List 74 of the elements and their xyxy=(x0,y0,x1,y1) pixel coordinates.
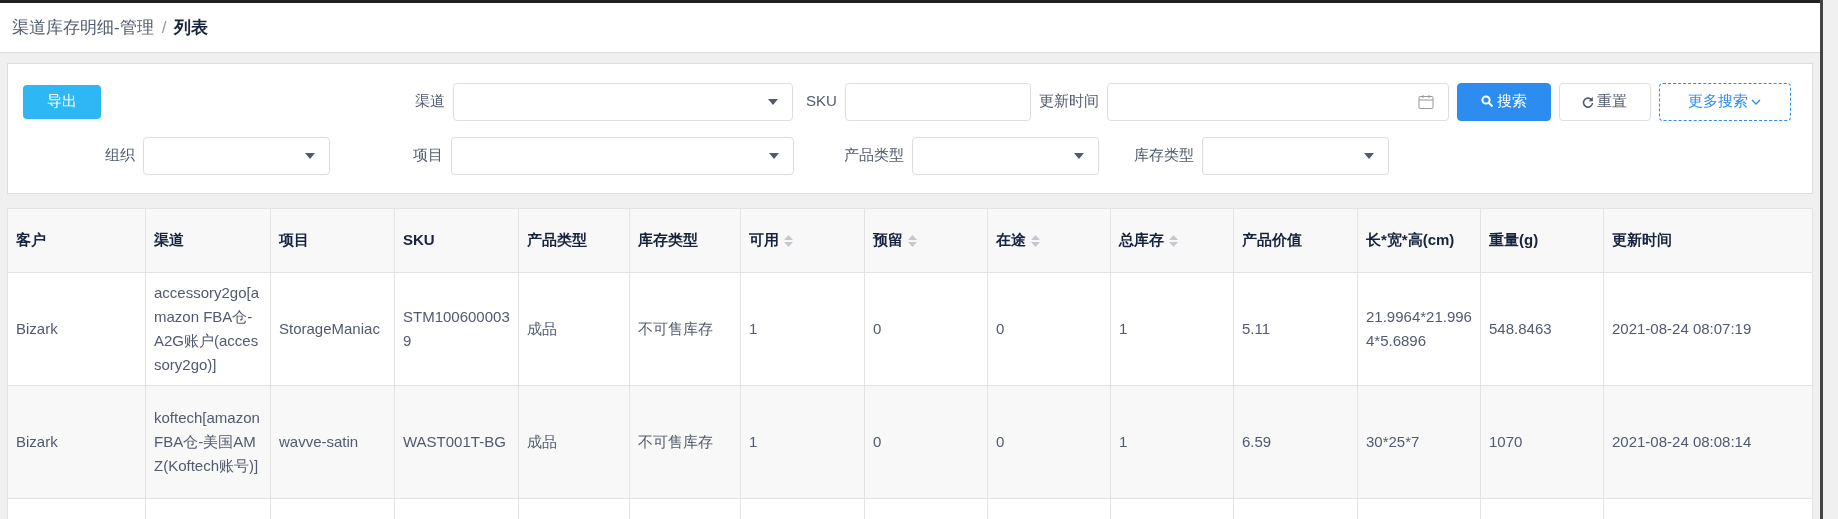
table-cell-text: wavve-satin xyxy=(279,432,359,452)
date-field[interactable] xyxy=(1106,82,1449,121)
table-cell-text: 1 xyxy=(1119,432,1128,452)
select-field[interactable] xyxy=(912,136,1099,175)
column-header: 重量(g) xyxy=(1489,230,1539,251)
reset-button[interactable]: 重置 xyxy=(1558,82,1651,121)
table-cell-text: 1070 xyxy=(1489,432,1523,452)
sort-icon[interactable] xyxy=(783,233,794,248)
column-header[interactable]: 预留 xyxy=(873,229,903,252)
table-cell-text: koftech[amazon FBA仓-美国AMZ(Koftech账号)] xyxy=(154,408,261,476)
table-cell-text: 30*25*7 xyxy=(1366,432,1420,452)
column-header: 库存类型 xyxy=(638,230,698,251)
filter-label: 项目 xyxy=(413,145,443,166)
select-field[interactable] xyxy=(453,82,793,121)
column-header: 客户 xyxy=(16,230,46,251)
table-cell-text: WAST001T-BG xyxy=(403,432,506,452)
table-cell-text: 0 xyxy=(873,432,882,452)
dropdown-caret-icon xyxy=(1364,152,1374,159)
table-cell-text: 不可售库存 xyxy=(638,319,713,339)
table-cell-text: accessory2go[amazon FBA仓-A2G账户(accessory2go)] xyxy=(154,283,261,375)
table-cell-text: 1 xyxy=(749,319,758,339)
more-search-button[interactable]: 更多搜索 xyxy=(1658,82,1791,121)
filter-label: 库存类型 xyxy=(1134,145,1194,166)
table-cell-text: 成品 xyxy=(527,432,557,452)
column-header: 渠道 xyxy=(154,230,184,251)
column-header: SKU xyxy=(403,230,435,251)
table-cell-text: STM1006000039 xyxy=(403,307,510,351)
filter-label: 渠道 xyxy=(415,91,445,112)
sort-icon[interactable] xyxy=(907,233,918,248)
select-field[interactable] xyxy=(1202,136,1389,175)
breadcrumb-item[interactable]: 渠道库存明细-管理 xyxy=(12,14,154,41)
column-header[interactable]: 总库存 xyxy=(1119,229,1164,252)
table-cell-text: 成品 xyxy=(527,319,557,339)
filter-label: SKU xyxy=(806,91,837,112)
table-cell-text: 21.9964*21.9964*5.6896 xyxy=(1366,307,1472,351)
column-header: 产品价值 xyxy=(1242,230,1302,251)
chevron-down-icon xyxy=(1751,98,1762,105)
filter-label: 组织 xyxy=(105,145,135,166)
dropdown-caret-icon xyxy=(1074,152,1084,159)
sort-icon[interactable] xyxy=(1030,233,1041,248)
column-header: 长*宽*高(cm) xyxy=(1366,230,1455,251)
table-cell-text: 1 xyxy=(1119,319,1128,339)
column-header: 更新时间 xyxy=(1612,230,1672,251)
table-cell-text: StorageManiac xyxy=(279,319,380,339)
table-cell-text: 6.59 xyxy=(1242,432,1272,452)
table-cell-text: 0 xyxy=(996,319,1005,339)
filter-label: 产品类型 xyxy=(844,145,904,166)
column-header: 产品类型 xyxy=(527,230,587,251)
table-cell-text: 不可售库存 xyxy=(638,432,713,452)
column-header[interactable]: 可用 xyxy=(749,229,779,252)
sort-icon[interactable] xyxy=(1168,233,1179,248)
select-field[interactable] xyxy=(451,136,794,175)
calendar-icon xyxy=(1417,93,1434,110)
table-cell-text: 5.11 xyxy=(1242,319,1271,339)
table-cell-text: 1 xyxy=(749,432,758,452)
dropdown-caret-icon xyxy=(305,152,315,159)
table-cell-text: Bizark xyxy=(16,432,58,452)
table-cell-text: 0 xyxy=(873,319,882,339)
breadcrumb-item: 列表 xyxy=(174,16,209,39)
column-header[interactable]: 在途 xyxy=(996,229,1026,252)
select-field[interactable] xyxy=(143,136,330,175)
dropdown-caret-icon xyxy=(769,152,779,159)
table-cell-text: Bizark xyxy=(16,319,58,339)
table-cell-text: 2021-08-24 08:07:19 xyxy=(1612,319,1752,339)
table-cell-text: 548.8463 xyxy=(1489,319,1552,339)
column-header: 项目 xyxy=(279,230,309,251)
filter-label: 更新时间 xyxy=(1038,91,1099,112)
table-cell-text: 0 xyxy=(996,432,1005,452)
refresh-icon xyxy=(1582,95,1595,108)
table-cell-text: 2021-08-24 08:08:14 xyxy=(1612,432,1752,452)
breadcrumb-separator: / xyxy=(161,16,167,39)
input-field[interactable] xyxy=(844,82,1031,121)
dropdown-caret-icon xyxy=(768,98,778,105)
search-icon xyxy=(1480,95,1494,108)
